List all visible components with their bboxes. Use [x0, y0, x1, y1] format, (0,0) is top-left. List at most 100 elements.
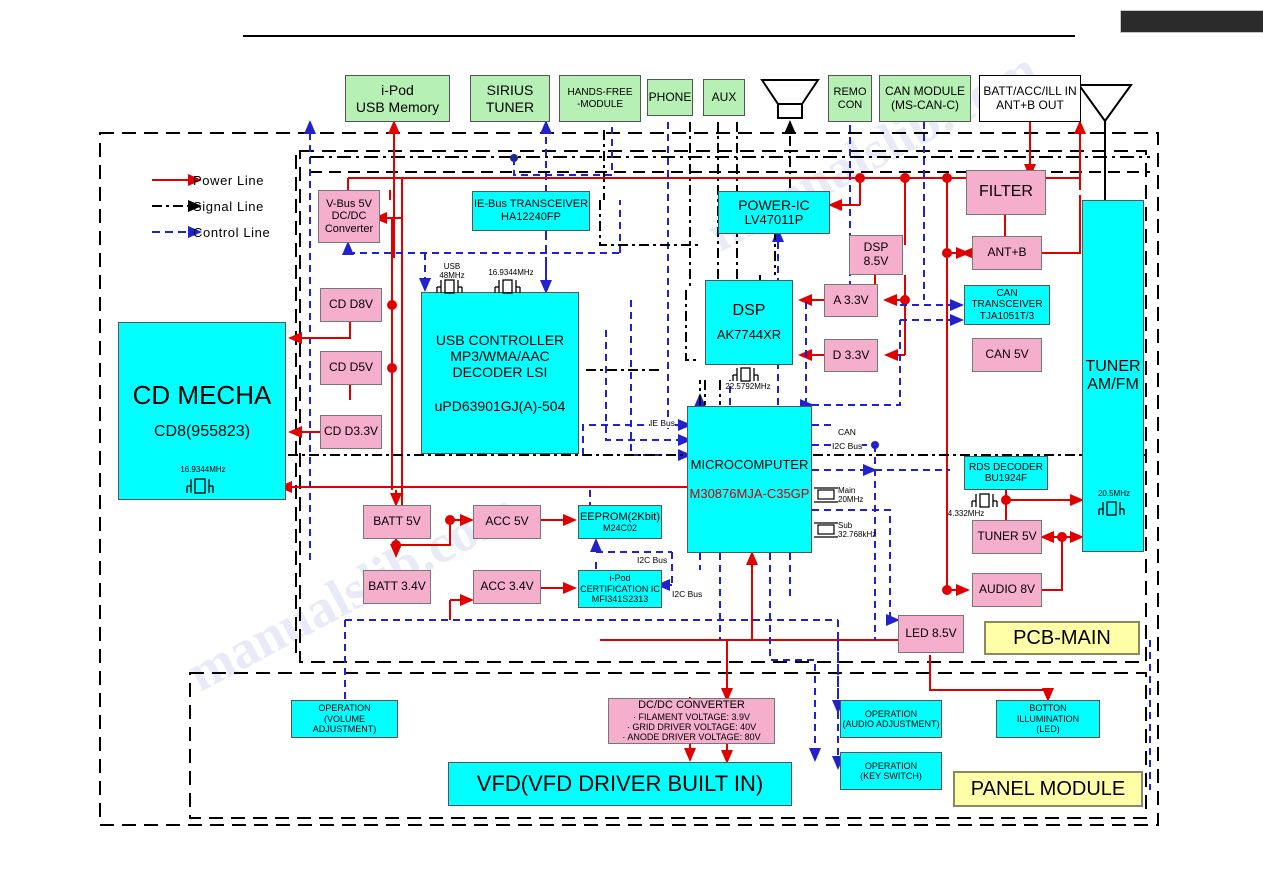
block-audio-8v[interactable]: AUDIO 8V [972, 573, 1042, 607]
block-batt-5v[interactable]: BATT 5V [363, 505, 431, 539]
rds-xtal-label: 4.332MHz [947, 509, 985, 518]
block-v-bus-5v-dcdc[interactable]: V-Bus 5V DC/DC Converter [318, 190, 380, 243]
micom-sub-xtal-label: Sub 32.768kHz [838, 521, 900, 539]
speaker-icon [760, 79, 820, 119]
block-line: OPERATION [318, 703, 371, 714]
block-line: -MODULE [576, 98, 624, 110]
cd-mecha-xtal-label: 16.9344MHz [180, 465, 226, 474]
block-line: VFD(VFD DRIVER BUILT IN) [476, 771, 764, 797]
block-vfd[interactable]: VFD(VFD DRIVER BUILT IN) [448, 762, 792, 806]
block-line: MICROCOMPUTER [690, 456, 809, 472]
block-batt-3-4v[interactable]: BATT 3.4V [363, 570, 431, 604]
block-line: BU1924F [984, 473, 1028, 484]
block-line: IE-Bus TRANSCEIVER [473, 198, 589, 211]
block-line: ADJUSTMENT) [312, 724, 377, 735]
block-tuner-5v[interactable]: TUNER 5V [972, 520, 1042, 554]
crystal-icon [1098, 501, 1125, 516]
external-block-remo-con[interactable]: REMO CON [828, 75, 872, 122]
block-dcdc-converter[interactable]: DC/DC CONVERTER · FILAMENT VOLTAGE: 3.9V… [608, 698, 775, 744]
block-line: · FILAMENT VOLTAGE: 3.9V [632, 711, 751, 722]
block-line: Converter [324, 222, 374, 235]
block-cd-d8v[interactable]: CD D8V [320, 288, 382, 322]
crystal-icon [494, 279, 521, 294]
block-line: AUDIO 8V [978, 582, 1035, 597]
block-operation-audio-adjustment[interactable]: OPERATION (AUDIO ADJUSTMENT) [840, 700, 942, 738]
block-line: OPERATION [864, 760, 918, 771]
block-line: DECODER LSI [452, 364, 548, 380]
block-can-transceiver[interactable]: CAN TRANSCEIVER TJA1051T/3 [964, 285, 1050, 325]
tuner-xtal-label: 20.5MHz [1097, 489, 1130, 498]
block-ie-bus-transceiver[interactable]: IE-Bus TRANSCEIVER HA12240FP [472, 191, 590, 231]
external-block-aux[interactable]: AUX [703, 79, 745, 116]
external-block-batt-acc-ill-in[interactable]: BATT/ACC/ILL IN ANT+B OUT [979, 75, 1081, 122]
external-block-sirius-tuner[interactable]: SIRIUS TUNER [470, 75, 550, 122]
block-button-illumination[interactable]: BOTTON ILLUMINATION (LED) [996, 700, 1100, 738]
bus-label-can: CAN [838, 427, 856, 437]
block-line: DC/DC [331, 210, 367, 223]
block-line: · ANODE DRIVER VOLTAGE: 80V [622, 732, 761, 743]
block-filter[interactable]: FILTER [966, 170, 1046, 215]
cd-mecha-title: CD MECHA [132, 379, 272, 410]
block-cd-d3-3v[interactable]: CD D3.3V [320, 415, 382, 449]
block-line: MFI341S2313 [591, 594, 649, 605]
block-dsp[interactable]: DSP AK7744XR [705, 280, 793, 365]
antenna-icon [1077, 84, 1133, 200]
block-line: A 3.3V [833, 292, 869, 307]
block-microcomputer[interactable]: MICROCOMPUTER M30876MJA-C35GP [687, 406, 812, 553]
block-can-5v[interactable]: CAN 5V [972, 338, 1042, 372]
block-line: CERTIFICATION IC [580, 583, 660, 594]
external-block-phone[interactable]: PHONE [647, 79, 693, 116]
external-block-ipod[interactable]: i-Pod USB Memory [345, 75, 450, 122]
block-line: BATT 5V [373, 514, 421, 529]
block-line: · GRID DRIVER VOLTAGE: 40V [626, 722, 757, 733]
block-line: (MS-CAN-C) [891, 97, 959, 112]
block-rds-decoder[interactable]: RDS DECODER BU1924F [964, 456, 1048, 490]
block-line: USB CONTROLLER [435, 331, 565, 348]
block-operation-key-switch[interactable]: OPERATION (KEY SWITCH) [840, 752, 942, 790]
block-dsp-8-5v[interactable]: DSP 8.5V [849, 235, 903, 275]
block-line: PHONE [648, 89, 692, 104]
micom-main-xtal-label: Main 20MHz [838, 486, 896, 504]
block-line: BATT/ACC/ILL IN [983, 83, 1077, 98]
crystal-icon [186, 478, 214, 494]
pcb-main-label: PCB-MAIN [984, 621, 1140, 655]
block-line: ACC 5V [485, 514, 529, 529]
crystal-icon [436, 279, 463, 294]
block-line: CON [837, 98, 863, 111]
block-line: REMO [833, 85, 867, 98]
block-operation-volume-adjustment[interactable]: OPERATION (VOLUME ADJUSTMENT) [291, 700, 398, 738]
bus-label-i2c-bus-micom: I2C Bus [832, 441, 863, 451]
external-block-hands-free-module[interactable]: HANDS-FREE -MODULE [559, 75, 641, 122]
xtal-freq: 20MHz [838, 495, 864, 504]
block-line: AUX [711, 89, 737, 104]
block-diagram-page: manualslib.com manualslib.com i-Pod USB … [0, 0, 1263, 893]
block-a-3-3v[interactable]: A 3.3V [824, 284, 878, 317]
block-line: DC/DC CONVERTER [638, 699, 745, 712]
block-usb-controller[interactable]: USB CONTROLLER MP3/WMA/AAC DECODER LSI u… [421, 292, 579, 454]
block-ant-plus-b[interactable]: ANT+B [972, 236, 1042, 270]
block-line: LV47011P [744, 212, 804, 228]
block-acc-3-4v[interactable]: ACC 3.4V [473, 570, 541, 604]
block-line: AK7744XR [716, 327, 782, 343]
block-line: HA12240FP [501, 211, 561, 223]
block-led-8-5v[interactable]: LED 8.5V [898, 615, 964, 653]
block-line: CD D8V [328, 297, 373, 312]
block-line: TUNER [1085, 357, 1141, 375]
block-line: OPERATION [864, 708, 918, 719]
block-line: DSP [732, 301, 766, 319]
block-line: (KEY SWITCH) [860, 771, 922, 781]
block-cd-d5v[interactable]: CD D5V [320, 351, 382, 385]
block-line: DSP 8.5V [863, 240, 889, 268]
block-line: TJA1051T/3 [979, 310, 1035, 322]
block-line: EEPROM(2Kbit) [579, 510, 661, 523]
block-d-3-3v[interactable]: D 3.3V [824, 339, 878, 372]
block-acc-5v[interactable]: ACC 5V [473, 505, 541, 539]
block-line: TUNER [485, 98, 535, 115]
block-line: ACC 3.4V [480, 579, 534, 594]
block-power-ic[interactable]: POWER-IC LV47011P [718, 191, 830, 234]
block-ipod-certification-ic[interactable]: i-Pod CERTIFICATION IC MFI341S2313 [578, 570, 662, 608]
external-block-can-module[interactable]: CAN MODULE (MS-CAN-C) [879, 75, 971, 122]
block-eeprom[interactable]: EEPROM(2Kbit) M24C02 [578, 505, 662, 539]
block-line: (AUDIO ADJUSTMENT) [842, 719, 940, 729]
block-line: TRANSCEIVER [971, 299, 1043, 311]
